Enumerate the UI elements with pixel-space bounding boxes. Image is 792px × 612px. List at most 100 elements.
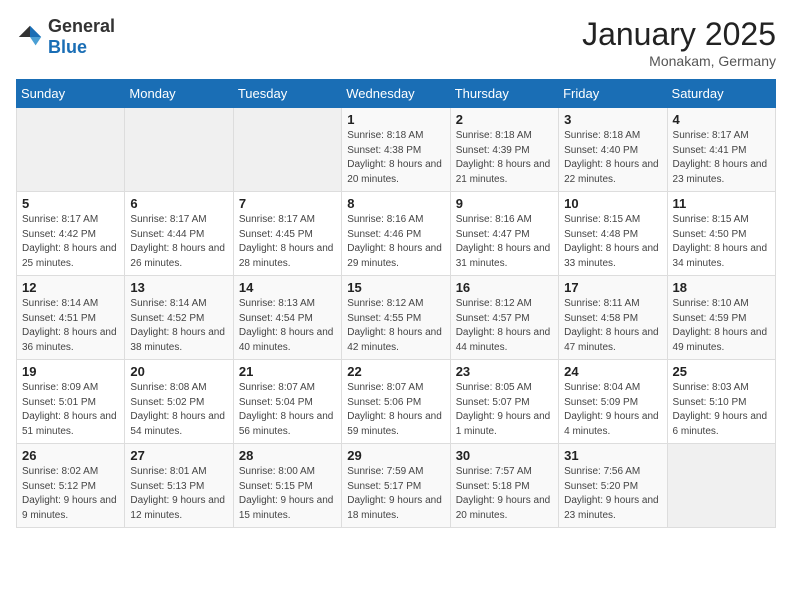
calendar-cell: 24Sunrise: 8:04 AM Sunset: 5:09 PM Dayli… [559, 360, 667, 444]
logo-icon [16, 23, 44, 51]
weekday-header-friday: Friday [559, 80, 667, 108]
calendar-cell: 5 Sunrise: 8:17 AM Sunset: 4:42 PM Daylig… [17, 192, 125, 276]
calendar-cell: 19 Sunrise: 8:09 AM Sunset: 5:01 PM Dayli… [17, 360, 125, 444]
calendar-cell: 6 Sunrise: 8:17 AM Sunset: 4:44 PM Daylig… [125, 192, 233, 276]
day-number: 13 [130, 280, 227, 295]
day-info: Sunrise: 8:18 AM Sunset: 4:38 PM Dayligh… [347, 129, 444, 187]
day-info: Sunrise: 8:09 AM Sunset: 5:01 PM Dayligh… [22, 381, 119, 439]
calendar-cell: 18Sunrise: 8:10 AM Sunset: 4:59 PM Dayli… [667, 276, 775, 360]
calendar-cell: 20Sunrise: 8:08 AM Sunset: 5:02 PM Dayli… [125, 360, 233, 444]
day-info: Sunrise: 8:04 AM Sunset: 5:09 PM Dayligh… [564, 381, 661, 439]
calendar-cell: 23 Sunrise: 8:05 AM Sunset: 5:07 PM Dayli… [450, 360, 558, 444]
day-number: 18 [673, 280, 770, 295]
weekday-header-tuesday: Tuesday [233, 80, 341, 108]
calendar-cell: 12 Sunrise: 8:14 AM Sunset: 4:51 PM Dayli… [17, 276, 125, 360]
calendar-week-row: 19 Sunrise: 8:09 AM Sunset: 5:01 PM Dayli… [17, 360, 776, 444]
day-info: Sunrise: 8:17 AM Sunset: 4:41 PM Dayligh… [673, 129, 770, 187]
calendar-cell: 21Sunrise: 8:07 AM Sunset: 5:04 PM Dayli… [233, 360, 341, 444]
weekday-header-monday: Monday [125, 80, 233, 108]
calendar-cell: 29Sunrise: 7:59 AM Sunset: 5:17 PM Dayli… [342, 444, 450, 528]
day-info: Sunrise: 8:12 AM Sunset: 4:55 PM Dayligh… [347, 297, 444, 355]
day-number: 5 [22, 196, 119, 211]
day-info: Sunrise: 7:56 AM Sunset: 5:20 PM Dayligh… [564, 465, 661, 523]
calendar-cell: 14 Sunrise: 8:13 AM Sunset: 4:54 PM Dayli… [233, 276, 341, 360]
day-number: 30 [456, 448, 553, 463]
day-info: Sunrise: 8:16 AM Sunset: 4:47 PM Dayligh… [456, 213, 553, 271]
day-info: Sunrise: 8:14 AM Sunset: 4:51 PM Dayligh… [22, 297, 119, 355]
day-number: 20 [130, 364, 227, 379]
calendar-cell: 26Sunrise: 8:02 AM Sunset: 5:12 PM Dayli… [17, 444, 125, 528]
day-info: Sunrise: 8:15 AM Sunset: 4:50 PM Dayligh… [673, 213, 770, 271]
day-number: 2 [456, 112, 553, 127]
weekday-header-sunday: Sunday [17, 80, 125, 108]
day-info: Sunrise: 8:02 AM Sunset: 5:12 PM Dayligh… [22, 465, 119, 523]
day-number: 31 [564, 448, 661, 463]
day-number: 14 [239, 280, 336, 295]
calendar-week-row: 26Sunrise: 8:02 AM Sunset: 5:12 PM Dayli… [17, 444, 776, 528]
day-number: 6 [130, 196, 227, 211]
calendar-cell: 28 Sunrise: 8:00 AM Sunset: 5:15 PM Dayli… [233, 444, 341, 528]
weekday-header-thursday: Thursday [450, 80, 558, 108]
calendar-cell: 10Sunrise: 8:15 AM Sunset: 4:48 PM Dayli… [559, 192, 667, 276]
day-number: 21 [239, 364, 336, 379]
calendar-cell: 13Sunrise: 8:14 AM Sunset: 4:52 PM Dayli… [125, 276, 233, 360]
calendar-cell: 1Sunrise: 8:18 AM Sunset: 4:38 PM Daylig… [342, 108, 450, 192]
logo-text: General Blue [48, 16, 115, 58]
title-block: January 2025 Monakam, Germany [582, 16, 776, 69]
day-info: Sunrise: 8:13 AM Sunset: 4:54 PM Dayligh… [239, 297, 336, 355]
calendar-cell: 2 Sunrise: 8:18 AM Sunset: 4:39 PM Daylig… [450, 108, 558, 192]
day-info: Sunrise: 8:01 AM Sunset: 5:13 PM Dayligh… [130, 465, 227, 523]
calendar-cell: 16Sunrise: 8:12 AM Sunset: 4:57 PM Dayli… [450, 276, 558, 360]
day-number: 23 [456, 364, 553, 379]
calendar-week-row: 5 Sunrise: 8:17 AM Sunset: 4:42 PM Daylig… [17, 192, 776, 276]
weekday-header-saturday: Saturday [667, 80, 775, 108]
calendar-cell [667, 444, 775, 528]
day-number: 28 [239, 448, 336, 463]
calendar-subtitle: Monakam, Germany [582, 53, 776, 69]
calendar-cell: 15 Sunrise: 8:12 AM Sunset: 4:55 PM Dayli… [342, 276, 450, 360]
day-number: 9 [456, 196, 553, 211]
day-info: Sunrise: 8:17 AM Sunset: 4:44 PM Dayligh… [130, 213, 227, 271]
day-info: Sunrise: 7:59 AM Sunset: 5:17 PM Dayligh… [347, 465, 444, 523]
day-number: 25 [673, 364, 770, 379]
calendar-week-row: 12 Sunrise: 8:14 AM Sunset: 4:51 PM Dayli… [17, 276, 776, 360]
calendar-cell: 11Sunrise: 8:15 AM Sunset: 4:50 PM Dayli… [667, 192, 775, 276]
day-number: 17 [564, 280, 661, 295]
calendar-cell: 22 Sunrise: 8:07 AM Sunset: 5:06 PM Dayli… [342, 360, 450, 444]
calendar-cell: 8 Sunrise: 8:16 AM Sunset: 4:46 PM Daylig… [342, 192, 450, 276]
day-info: Sunrise: 8:18 AM Sunset: 4:39 PM Dayligh… [456, 129, 553, 187]
day-info: Sunrise: 8:05 AM Sunset: 5:07 PM Dayligh… [456, 381, 553, 439]
calendar-cell: 4Sunrise: 8:17 AM Sunset: 4:41 PM Daylig… [667, 108, 775, 192]
day-info: Sunrise: 8:17 AM Sunset: 4:45 PM Dayligh… [239, 213, 336, 271]
calendar-table: SundayMondayTuesdayWednesdayThursdayFrid… [16, 79, 776, 528]
day-info: Sunrise: 7:57 AM Sunset: 5:18 PM Dayligh… [456, 465, 553, 523]
calendar-cell: 27 Sunrise: 8:01 AM Sunset: 5:13 PM Dayli… [125, 444, 233, 528]
day-number: 15 [347, 280, 444, 295]
day-number: 7 [239, 196, 336, 211]
calendar-cell: 31 Sunrise: 7:56 AM Sunset: 5:20 PM Dayli… [559, 444, 667, 528]
calendar-cell: 9 Sunrise: 8:16 AM Sunset: 4:47 PM Daylig… [450, 192, 558, 276]
day-info: Sunrise: 8:11 AM Sunset: 4:58 PM Dayligh… [564, 297, 661, 355]
day-number: 19 [22, 364, 119, 379]
day-info: Sunrise: 8:03 AM Sunset: 5:10 PM Dayligh… [673, 381, 770, 439]
day-info: Sunrise: 8:16 AM Sunset: 4:46 PM Dayligh… [347, 213, 444, 271]
day-info: Sunrise: 8:00 AM Sunset: 5:15 PM Dayligh… [239, 465, 336, 523]
day-number: 3 [564, 112, 661, 127]
calendar-week-row: 1Sunrise: 8:18 AM Sunset: 4:38 PM Daylig… [17, 108, 776, 192]
day-number: 12 [22, 280, 119, 295]
calendar-cell: 3 Sunrise: 8:18 AM Sunset: 4:40 PM Daylig… [559, 108, 667, 192]
calendar-cell [17, 108, 125, 192]
day-number: 16 [456, 280, 553, 295]
weekday-header-row: SundayMondayTuesdayWednesdayThursdayFrid… [17, 80, 776, 108]
day-number: 10 [564, 196, 661, 211]
day-number: 22 [347, 364, 444, 379]
calendar-cell: 7 Sunrise: 8:17 AM Sunset: 4:45 PM Daylig… [233, 192, 341, 276]
day-info: Sunrise: 8:07 AM Sunset: 5:06 PM Dayligh… [347, 381, 444, 439]
day-info: Sunrise: 8:17 AM Sunset: 4:42 PM Dayligh… [22, 213, 119, 271]
page-header: General Blue January 2025 Monakam, Germa… [16, 16, 776, 69]
calendar-title: January 2025 [582, 16, 776, 53]
logo: General Blue [16, 16, 115, 58]
day-number: 8 [347, 196, 444, 211]
day-number: 27 [130, 448, 227, 463]
day-info: Sunrise: 8:18 AM Sunset: 4:40 PM Dayligh… [564, 129, 661, 187]
